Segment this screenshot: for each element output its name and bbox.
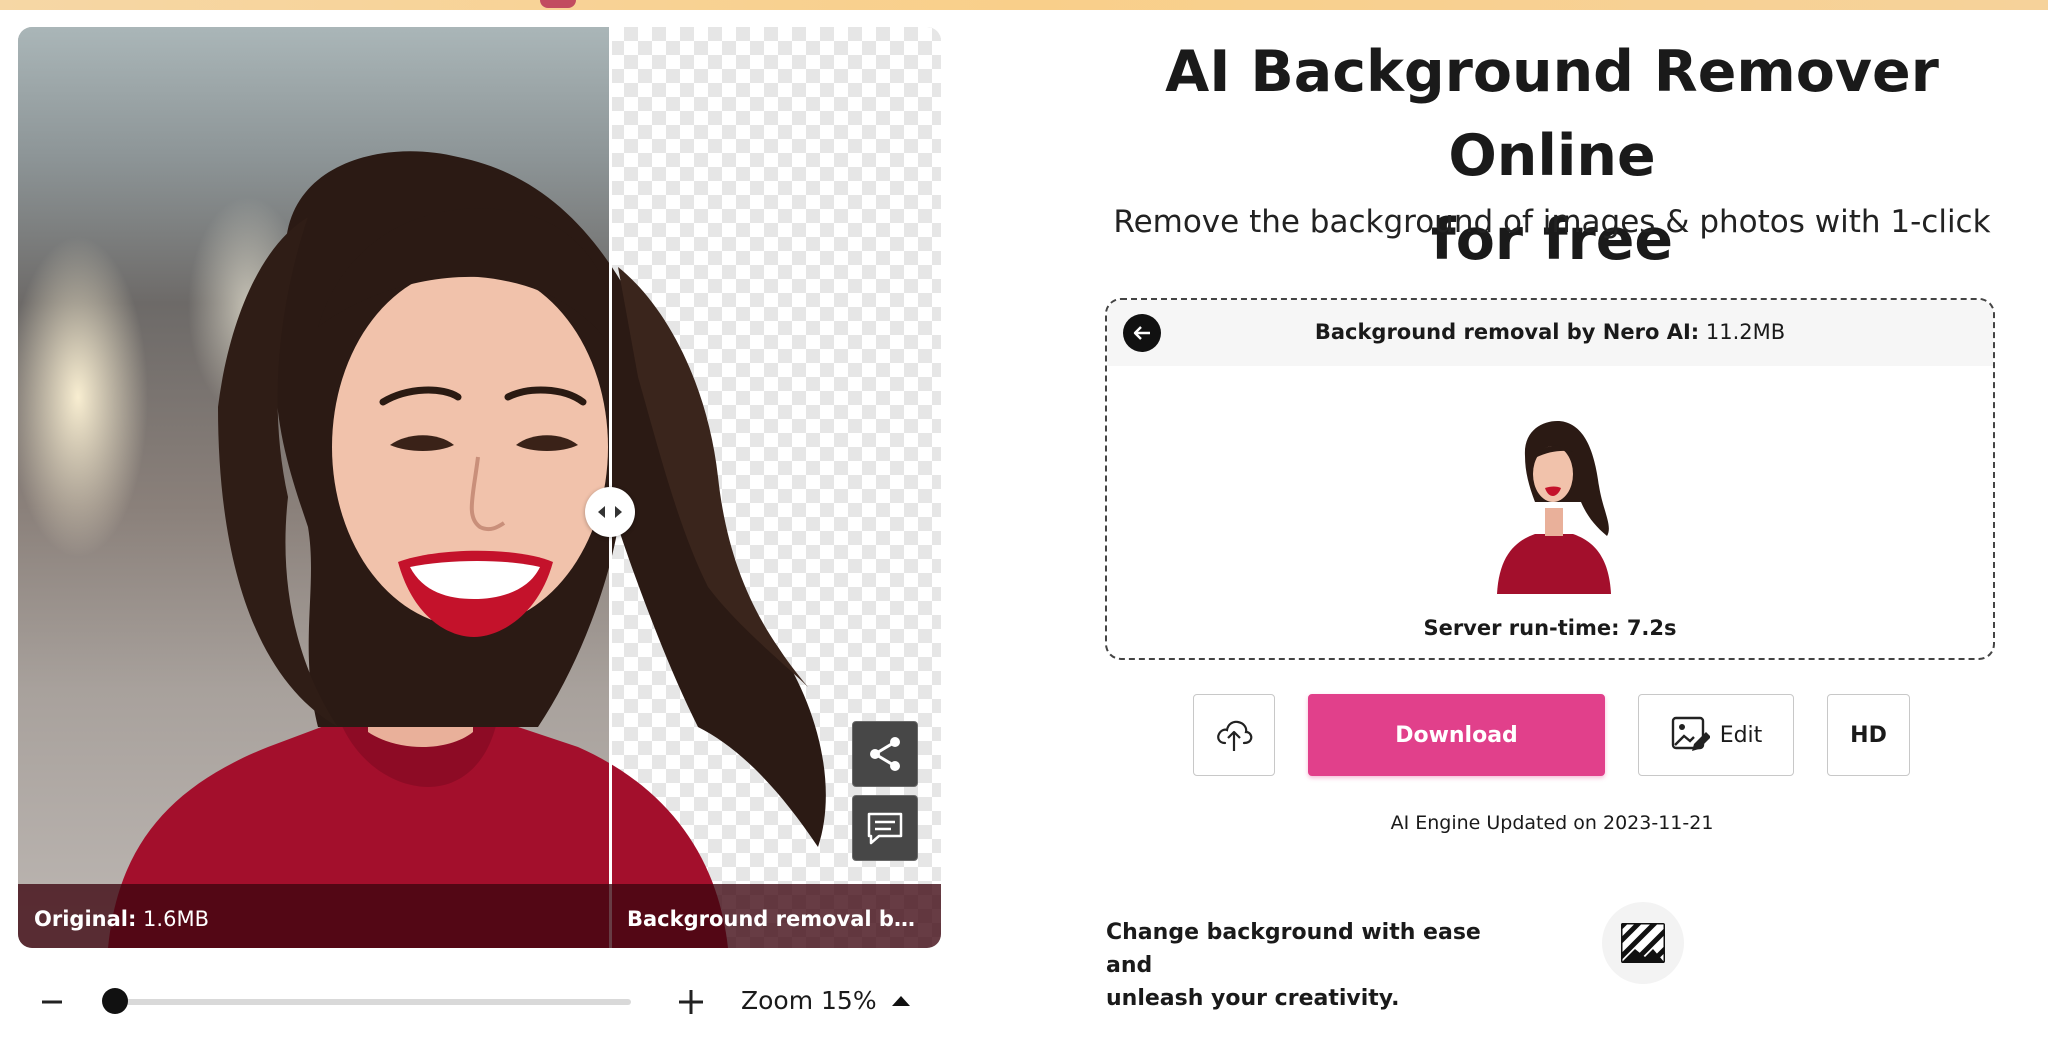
original-caption: Original: 1.6MB xyxy=(34,907,209,931)
zoom-out-button[interactable] xyxy=(32,982,72,1022)
original-label: Original: xyxy=(34,907,137,931)
zoom-slider-thumb[interactable] xyxy=(102,988,128,1014)
plus-icon xyxy=(679,990,703,1014)
page-subtitle: Remove the background of images & photos… xyxy=(1113,204,1991,240)
minus-icon xyxy=(42,1000,62,1004)
promo-text: Change background with ease and unleash … xyxy=(1106,916,1526,1015)
zoom-expand-button[interactable] xyxy=(886,988,916,1014)
upload-button[interactable] xyxy=(1193,694,1275,776)
original-size: 1.6MB xyxy=(143,907,209,931)
top-accent-bar xyxy=(0,0,2048,10)
page-title: AI Background Remover Online for free xyxy=(1080,30,2024,282)
feedback-button[interactable] xyxy=(852,795,918,861)
server-runtime: Server run-time: 7.2s xyxy=(1423,616,1677,640)
zoom-level-label: Zoom 15% xyxy=(741,986,877,1015)
share-button[interactable] xyxy=(852,721,918,787)
caret-up-icon xyxy=(892,996,910,1006)
cloud-upload-icon xyxy=(1217,720,1253,751)
result-thumbnail[interactable] xyxy=(1495,416,1613,594)
promo-line2: unleash your creativity. xyxy=(1106,986,1400,1011)
result-caption: Background removal by Nero AI xyxy=(627,907,927,931)
result-card-title: Background removal by Nero AI: 11.2MB xyxy=(1107,320,1993,344)
image-edit-icon xyxy=(1671,716,1710,751)
page-title-line1: AI Background Remover Online xyxy=(1165,39,1939,189)
promo-line1: Change background with ease and xyxy=(1106,920,1481,978)
left-right-arrows-icon xyxy=(598,506,622,518)
comment-icon xyxy=(867,812,903,845)
result-card: Background removal by Nero AI: 11.2MB Se… xyxy=(1105,298,1995,660)
background-pattern-icon xyxy=(1621,923,1665,963)
share-icon xyxy=(870,737,900,771)
split-handle[interactable] xyxy=(585,487,635,537)
result-file-size: 11.2MB xyxy=(1705,320,1786,344)
engine-update-note: AI Engine Updated on 2023-11-21 xyxy=(1390,812,1714,834)
result-card-header: Background removal by Nero AI: 11.2MB xyxy=(1107,300,1993,366)
zoom-slider-track[interactable] xyxy=(103,999,631,1005)
comparison-viewer[interactable]: Original: 1.6MB Background removal by Ne… xyxy=(18,27,941,948)
zoom-in-button[interactable] xyxy=(671,982,711,1022)
result-card-title-label: Background removal by Nero AI: xyxy=(1314,320,1700,344)
hd-button[interactable]: HD xyxy=(1827,694,1910,776)
change-background-button[interactable] xyxy=(1602,902,1684,984)
download-button[interactable]: Download xyxy=(1308,694,1605,776)
portrait-figure xyxy=(108,151,826,948)
edit-button-label: Edit xyxy=(1719,722,1763,748)
edit-button[interactable]: Edit xyxy=(1638,694,1794,776)
logo xyxy=(540,0,576,8)
